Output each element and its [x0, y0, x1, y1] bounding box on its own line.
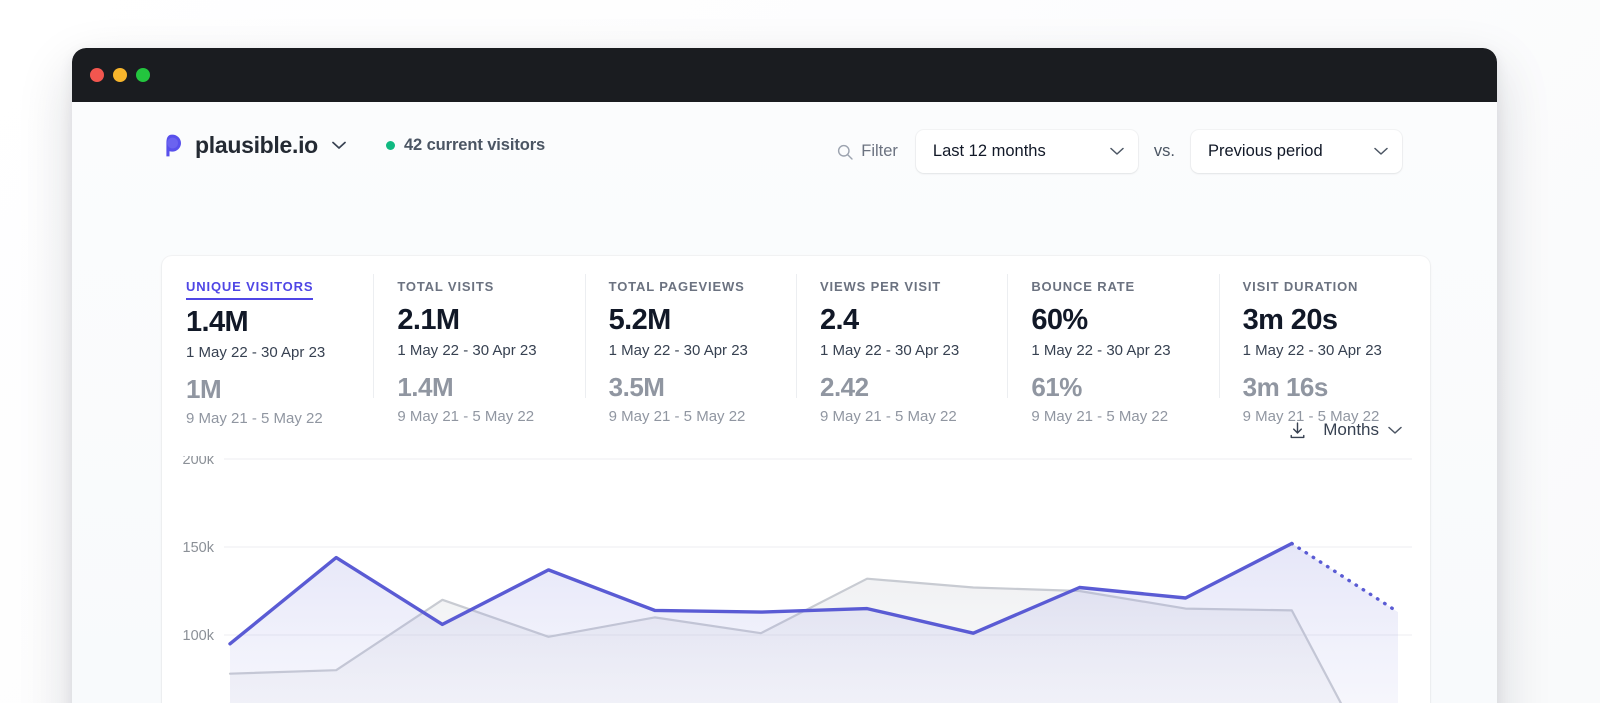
metric-bounce-rate[interactable]: BOUNCE RATE 60% 1 May 22 - 30 Apr 23 61%…: [1007, 278, 1218, 408]
metric-previous-value: 3.5M: [609, 374, 774, 401]
minimize-button[interactable]: [113, 68, 127, 82]
metric-range: 1 May 22 - 30 Apr 23: [609, 342, 774, 359]
comparison-value: Previous period: [1208, 142, 1323, 161]
browser-window: plausible.io 42 current visitors: [72, 48, 1497, 703]
dashboard-topbar: plausible.io 42 current visitors: [72, 102, 1497, 207]
metric-visit-duration[interactable]: VISIT DURATION 3m 20s 1 May 22 - 30 Apr …: [1219, 278, 1430, 408]
metric-label: TOTAL PAGEVIEWS: [609, 279, 745, 298]
main-stats-card: UNIQUE VISITORS 1.4M 1 May 22 - 30 Apr 2…: [162, 256, 1430, 703]
comparison-picker[interactable]: Previous period: [1191, 130, 1402, 173]
metric-label: VIEWS PER VISIT: [820, 279, 941, 298]
metric-previous-value: 1.4M: [397, 374, 562, 401]
filter-button[interactable]: Filter: [837, 142, 898, 161]
chart-area-fill: [230, 544, 1398, 703]
current-visitors-label: 42 current visitors: [404, 136, 545, 155]
chart-y-tick: 150k: [183, 540, 215, 556]
search-icon: [837, 144, 853, 160]
metric-label: TOTAL VISITS: [397, 279, 494, 298]
live-status-dot: [386, 141, 395, 150]
metric-unique-visitors[interactable]: UNIQUE VISITORS 1.4M 1 May 22 - 30 Apr 2…: [162, 278, 373, 408]
metric-value: 60%: [1031, 305, 1196, 335]
metric-previous-value: 61%: [1031, 374, 1196, 401]
chart-y-tick: 200k: [183, 456, 215, 468]
metric-previous-value: 1M: [186, 376, 351, 403]
page-background: plausible.io 42 current visitors: [0, 0, 1600, 703]
metric-views-per-visit[interactable]: VIEWS PER VISIT 2.4 1 May 22 - 30 Apr 23…: [796, 278, 1007, 408]
metric-label: BOUNCE RATE: [1031, 279, 1135, 298]
interval-label: Months: [1323, 420, 1379, 440]
filter-label: Filter: [861, 142, 898, 161]
chart-y-tick: 100k: [183, 628, 215, 644]
metric-range: 1 May 22 - 30 Apr 23: [1031, 342, 1196, 359]
metric-value: 1.4M: [186, 307, 351, 337]
visitors-chart-svg: 200k150k100k50k: [162, 456, 1430, 703]
metrics-strip: UNIQUE VISITORS 1.4M 1 May 22 - 30 Apr 2…: [162, 256, 1430, 408]
comparison-vs-label: vs.: [1154, 142, 1175, 161]
window-traffic-lights: [90, 68, 150, 82]
metric-range: 1 May 22 - 30 Apr 23: [397, 342, 562, 359]
chart-y-axis-labels: 200k150k100k50k: [183, 456, 215, 703]
chart-toolbar: Months: [1288, 420, 1402, 440]
metric-value: 2.4: [820, 305, 985, 335]
metric-previous-value: 3m 16s: [1243, 374, 1408, 401]
chevron-down-icon: [1374, 147, 1388, 156]
date-range-picker[interactable]: Last 12 months: [916, 130, 1138, 173]
metric-label: UNIQUE VISITORS: [186, 279, 313, 300]
date-range-value: Last 12 months: [933, 142, 1046, 161]
download-icon[interactable]: [1288, 421, 1307, 440]
chevron-down-icon: [1110, 147, 1124, 156]
plausible-logo-icon: [162, 134, 183, 157]
close-button[interactable]: [90, 68, 104, 82]
site-name: plausible.io: [195, 132, 318, 159]
metric-value: 2.1M: [397, 305, 562, 335]
metric-previous-value: 2.42: [820, 374, 985, 401]
maximize-button[interactable]: [136, 68, 150, 82]
metric-range: 1 May 22 - 30 Apr 23: [1243, 342, 1408, 359]
metric-previous-range: 9 May 21 - 5 May 22: [186, 410, 351, 427]
metric-previous-range: 9 May 21 - 5 May 22: [609, 408, 774, 425]
current-visitors[interactable]: 42 current visitors: [386, 136, 545, 155]
window-titlebar: [72, 48, 1497, 102]
metric-total-visits[interactable]: TOTAL VISITS 2.1M 1 May 22 - 30 Apr 23 1…: [373, 278, 584, 408]
interval-picker[interactable]: Months: [1323, 420, 1402, 440]
metric-value: 3m 20s: [1243, 305, 1408, 335]
dashboard-controls: Filter Last 12 months vs. Previous perio…: [837, 130, 1402, 173]
metric-total-pageviews[interactable]: TOTAL PAGEVIEWS 5.2M 1 May 22 - 30 Apr 2…: [585, 278, 796, 408]
metric-range: 1 May 22 - 30 Apr 23: [820, 342, 985, 359]
analytics-dashboard: plausible.io 42 current visitors: [72, 102, 1497, 703]
metric-value: 5.2M: [609, 305, 774, 335]
metric-previous-range: 9 May 21 - 5 May 22: [820, 408, 985, 425]
site-switcher[interactable]: plausible.io 42 current visitors: [162, 132, 545, 159]
chart-series-current: [230, 544, 1398, 703]
visitors-chart[interactable]: 200k150k100k50k: [162, 456, 1430, 703]
chevron-down-icon[interactable]: [332, 141, 346, 150]
metric-previous-range: 9 May 21 - 5 May 22: [1031, 408, 1196, 425]
metric-previous-range: 9 May 21 - 5 May 22: [397, 408, 562, 425]
metric-range: 1 May 22 - 30 Apr 23: [186, 344, 351, 361]
chevron-down-icon: [1388, 426, 1402, 435]
metric-label: VISIT DURATION: [1243, 279, 1359, 298]
